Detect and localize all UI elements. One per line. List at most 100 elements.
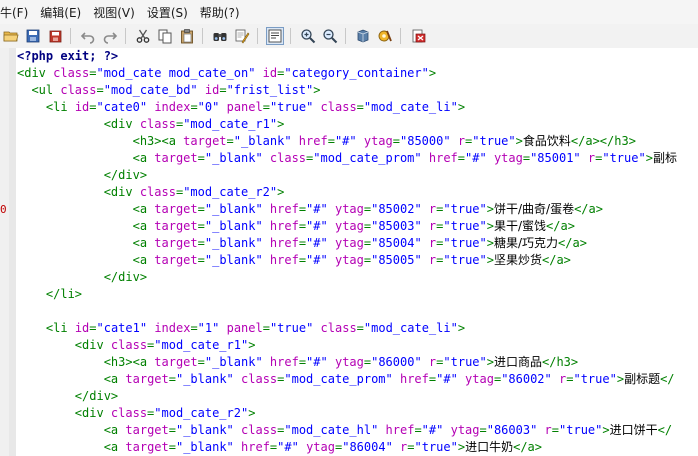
code-token-tag: >	[428, 66, 437, 80]
code-line: <li id="cate1" index="1" panel="true" cl…	[0, 320, 698, 337]
line-marker	[0, 422, 9, 439]
code-token-txt: 坚果炒货	[493, 253, 542, 267]
code-token-val: "true"	[443, 219, 487, 233]
line-marker	[0, 371, 9, 388]
scheme-icon[interactable]	[354, 27, 372, 45]
menu-bar: 牛(F) 编辑(E) 视图(V) 设置(S) 帮助(?)	[0, 0, 698, 24]
cut-icon[interactable]	[134, 27, 152, 45]
code-token-val: "_blank"	[175, 440, 234, 454]
code-token-val: "86002"	[501, 372, 552, 386]
zoom-out-icon[interactable]	[321, 27, 339, 45]
code-token-tag: </div>	[74, 389, 119, 403]
code-token-tag	[422, 151, 429, 165]
menu-help[interactable]: 帮助(?)	[194, 4, 246, 21]
code-token-attr: class	[110, 338, 148, 352]
code-token-val: "_blank"	[204, 151, 263, 165]
code-token-val: "mod_cate_li"	[363, 100, 458, 114]
code-token-tag	[378, 423, 385, 437]
code-token-attr: class	[110, 406, 148, 420]
code-token-tag: >	[645, 151, 653, 165]
toolbar-separator	[345, 28, 346, 44]
code-token-tag: <div	[74, 338, 111, 352]
code-token-tag	[357, 134, 364, 148]
code-line: </li>	[0, 286, 698, 303]
code-token-tag	[198, 83, 205, 97]
code-token-val: "mod_cate_r1"	[183, 117, 278, 131]
code-line: <li id="cate0" index="0" panel="true" cl…	[0, 99, 698, 116]
code-line: <h3><a target="_blank" href="#" ytag="85…	[0, 133, 698, 150]
code-token-val: "cate0"	[96, 100, 148, 114]
find-icon[interactable]	[211, 27, 229, 45]
code-token-txt: 果干/蜜饯	[493, 219, 547, 233]
code-token-tag	[422, 219, 429, 233]
code-token-tag: >	[486, 355, 494, 369]
code-editor[interactable]: <?php exit; ?> <div class="mod_cate mod_c…	[0, 48, 698, 456]
code-token-tag: =	[197, 151, 205, 165]
code-token-val: "mod_cate_r2"	[154, 406, 249, 420]
code-token-tag: =	[197, 236, 205, 250]
copy-icon[interactable]	[156, 27, 174, 45]
code-token-attr: target	[154, 151, 198, 165]
zoom-in-icon[interactable]	[299, 27, 317, 45]
undo-icon[interactable]	[79, 27, 97, 45]
code-token-val: "85002"	[371, 202, 422, 216]
code-token-val: "true"	[414, 440, 458, 454]
menu-file[interactable]: 牛(F)	[0, 4, 34, 21]
code-token-tag: =	[414, 423, 422, 437]
code-token-tag: =	[226, 134, 234, 148]
line-marker	[0, 218, 9, 235]
line-marker	[0, 252, 9, 269]
tools-icon[interactable]	[376, 27, 394, 45]
code-text: <h3><a target="_blank" href="#" ytag="85…	[17, 133, 636, 150]
code-token-attr: index	[154, 100, 191, 114]
code-line: <a target="_blank" href="#" ytag="85004"…	[0, 235, 698, 252]
code-token-tag: </a></h3>	[570, 134, 636, 148]
line-marker	[0, 150, 9, 167]
code-text: </div>	[17, 167, 147, 184]
save-all-icon[interactable]	[46, 27, 64, 45]
code-text: <div class="mod_cate_r2">	[17, 405, 256, 422]
code-token-tag: =	[168, 372, 176, 386]
code-token-tag: <a	[132, 219, 155, 233]
replace-icon[interactable]	[233, 27, 251, 45]
menu-edit[interactable]: 编辑(E)	[34, 4, 87, 21]
code-token-val: "category_container"	[284, 66, 429, 80]
code-line: <h3><a target="_blank" href="#" ytag="86…	[0, 354, 698, 371]
code-token-tag: >	[602, 423, 610, 437]
word-wrap-icon[interactable]	[266, 27, 284, 45]
code-token-val: "_blank"	[204, 253, 263, 267]
code-token-tag: <div	[17, 66, 54, 80]
code-token-val: "#"	[306, 202, 328, 216]
code-token-tag: </a>	[574, 202, 603, 216]
code-token-attr: ytag	[334, 202, 364, 216]
code-token-txt: 进口商品	[493, 355, 542, 369]
code-token-tag: <a	[103, 423, 126, 437]
exit-icon[interactable]	[409, 27, 427, 45]
code-token-tag: =	[407, 440, 415, 454]
code-token-attr: href	[269, 236, 299, 250]
code-token-tag: =	[197, 355, 205, 369]
code-token-tag: >	[313, 83, 321, 97]
open-folder-icon[interactable]	[2, 27, 20, 45]
code-token-tag	[581, 151, 588, 165]
paste-icon[interactable]	[178, 27, 196, 45]
menu-view[interactable]: 视图(V)	[87, 4, 141, 21]
redo-icon[interactable]	[101, 27, 119, 45]
line-marker	[0, 320, 9, 337]
code-token-tag: <li	[45, 100, 75, 114]
code-token-val: "true"	[573, 372, 617, 386]
code-text: </div>	[17, 388, 118, 405]
code-token-tag: =	[168, 440, 176, 454]
code-token-attr: id	[74, 100, 90, 114]
code-token-val: "mod_cate_bd"	[103, 83, 198, 97]
code-token-attr: id	[262, 66, 278, 80]
code-token-tag: <a	[132, 151, 155, 165]
menu-settings[interactable]: 设置(S)	[141, 4, 194, 21]
code-token-val: "true"	[443, 236, 487, 250]
code-token-tag: >	[248, 338, 256, 352]
save-icon[interactable]	[24, 27, 42, 45]
code-token-val: "#"	[306, 219, 328, 233]
code-token-val: "86004"	[342, 440, 393, 454]
code-token-tag: =	[298, 355, 307, 369]
code-token-tag	[328, 355, 335, 369]
